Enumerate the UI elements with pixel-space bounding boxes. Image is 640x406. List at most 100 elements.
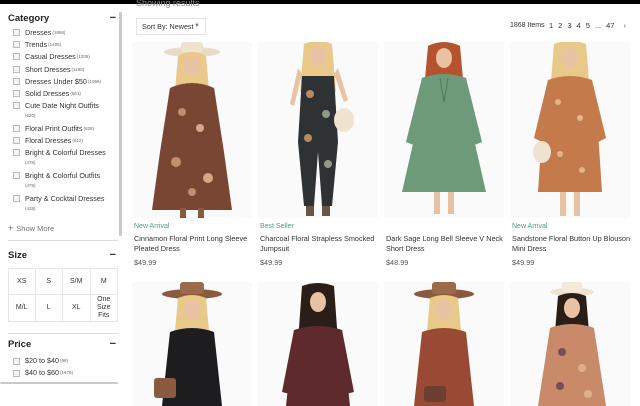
model-sage-dress-image	[384, 42, 504, 218]
category-item[interactable]: Casual Dresses (1205)	[13, 52, 90, 61]
model-maroon-dress-image	[258, 282, 378, 406]
size-option[interactable]: S	[35, 268, 63, 295]
checkbox[interactable]	[13, 29, 20, 36]
page-link[interactable]: 3	[567, 21, 571, 30]
category-label: Cute Date Night Outfits	[25, 101, 99, 110]
category-item[interactable]: Party & Cocktail Dresses	[13, 194, 104, 203]
checkbox[interactable]	[13, 195, 20, 202]
chevron-down-icon: ▼	[194, 23, 200, 29]
size-option[interactable]: L	[35, 295, 63, 322]
filter-sidebar: Category − Dresses (1868) Trends (1405) Ca…	[0, 4, 124, 384]
category-count: (628)	[83, 126, 95, 131]
checkbox[interactable]	[13, 102, 20, 109]
category-label: Solid Dresses	[25, 89, 70, 98]
product-price: $48.99	[386, 258, 409, 267]
product-image[interactable]	[510, 282, 630, 406]
sidebar-scrollbar[interactable]	[119, 12, 122, 236]
checkbox[interactable]	[13, 41, 20, 48]
category-label: Short Dresses	[25, 65, 71, 74]
checkbox[interactable]	[13, 66, 20, 73]
checkbox[interactable]	[13, 172, 20, 179]
category-label: Casual Dresses	[25, 52, 76, 61]
model-charcoal-jumpsuit-image	[258, 42, 378, 218]
category-label: Bright & Colorful Outfits	[25, 171, 101, 180]
category-item[interactable]: Bright & Colorful Dresses	[13, 148, 106, 157]
category-count: (475)	[25, 183, 36, 188]
product-image[interactable]	[384, 42, 504, 218]
checkbox[interactable]	[13, 149, 20, 156]
show-more-label: Show More	[16, 223, 55, 233]
size-grid: XS S S/M M M/L L XL One Size Fits	[8, 268, 118, 322]
collapse-icon[interactable]: −	[110, 338, 116, 350]
price-option[interactable]: $20 to $40 (98)	[13, 356, 68, 365]
product-name[interactable]: Charcoal Floral Strapless Smocked Jumpsu…	[260, 234, 382, 254]
category-item[interactable]: Floral Dresses (612)	[13, 136, 83, 145]
category-count: (661)	[70, 91, 81, 96]
product-price: $49.99	[260, 258, 283, 267]
category-item[interactable]: Solid Dresses (661)	[13, 89, 81, 98]
category-count: (476)	[25, 160, 36, 165]
page-link[interactable]: 4	[577, 21, 581, 30]
category-section-header[interactable]: Category −	[8, 12, 116, 24]
product-image[interactable]	[258, 42, 378, 218]
category-count: (1205)	[76, 54, 90, 59]
size-option[interactable]: S/M	[63, 268, 91, 295]
collapse-icon[interactable]: −	[110, 12, 116, 24]
checkbox[interactable]	[13, 90, 20, 97]
category-count: (1056)	[87, 79, 101, 84]
page-link[interactable]: 1	[549, 21, 553, 30]
plus-icon: +	[8, 223, 14, 233]
collapse-icon[interactable]: −	[110, 249, 116, 261]
product-badge: New Arrival	[512, 223, 548, 230]
checkbox[interactable]	[13, 78, 20, 85]
horizontal-scrollbar[interactable]	[0, 382, 118, 384]
category-item[interactable]: Short Dresses (1160)	[13, 65, 84, 74]
size-option[interactable]: XS	[8, 268, 36, 295]
size-option[interactable]: M	[90, 268, 118, 295]
size-option[interactable]: M/L	[8, 295, 36, 322]
category-count: (1160)	[71, 67, 85, 72]
category-item[interactable]: Dresses Under $50 (1056)	[13, 77, 101, 86]
show-more-link[interactable]: + Show More	[8, 223, 54, 233]
price-option[interactable]: $40 to $60 (1679)	[13, 368, 73, 377]
price-label: $40 to $60	[25, 368, 59, 377]
product-name[interactable]: Sandstone Floral Button Up Blouson Mini …	[512, 234, 634, 254]
category-item[interactable]: Dresses (1868)	[13, 28, 65, 37]
price-count: (98)	[59, 358, 68, 363]
page-link[interactable]: 47	[606, 21, 614, 30]
product-image[interactable]	[132, 282, 252, 406]
checkbox[interactable]	[13, 53, 20, 60]
model-cinnamon-dress-image	[132, 42, 252, 218]
product-name[interactable]: Cinnamon Floral Print Long Sleeve Pleate…	[134, 234, 256, 254]
sort-dropdown[interactable]: Sort By: Newest ▼	[136, 18, 206, 35]
category-item[interactable]: Bright & Colorful Outfits	[13, 171, 100, 180]
product-image[interactable]	[384, 282, 504, 406]
category-item[interactable]: Cute Date Night Outfits	[13, 101, 99, 110]
price-title: Price	[8, 338, 32, 350]
checkbox[interactable]	[13, 369, 20, 377]
page-link[interactable]: 2	[558, 21, 562, 30]
size-section-header[interactable]: Size −	[8, 249, 116, 261]
product-image[interactable]	[258, 282, 378, 406]
category-item[interactable]: Trends (1405)	[13, 40, 61, 49]
divider	[8, 333, 118, 334]
page-link[interactable]: 5	[586, 21, 590, 30]
checkbox[interactable]	[13, 357, 20, 365]
product-image[interactable]	[132, 42, 252, 218]
product-image[interactable]	[510, 42, 630, 218]
product-listing: Showing results Sort By: Newest ▼ 1868 I…	[126, 0, 640, 406]
category-item[interactable]: Floral Print Outfits (628)	[13, 124, 94, 133]
model-hat-rust-dress-image	[384, 282, 504, 406]
category-title: Category	[8, 12, 50, 24]
results-heading: Showing results	[136, 0, 200, 8]
category-label: Dresses Under $50	[25, 77, 87, 86]
pagination: 1 2 3 4 5 ... 47 ›	[549, 21, 631, 30]
category-count: (1405)	[48, 42, 62, 47]
product-name[interactable]: Dark Sage Long Bell Sleeve V Neck Short …	[386, 234, 508, 254]
next-page-icon[interactable]: ›	[623, 21, 626, 30]
checkbox[interactable]	[13, 137, 20, 144]
size-option[interactable]: XL	[63, 295, 91, 322]
price-section-header[interactable]: Price −	[8, 338, 116, 350]
checkbox[interactable]	[13, 125, 20, 132]
size-option[interactable]: One Size Fits	[90, 295, 118, 322]
